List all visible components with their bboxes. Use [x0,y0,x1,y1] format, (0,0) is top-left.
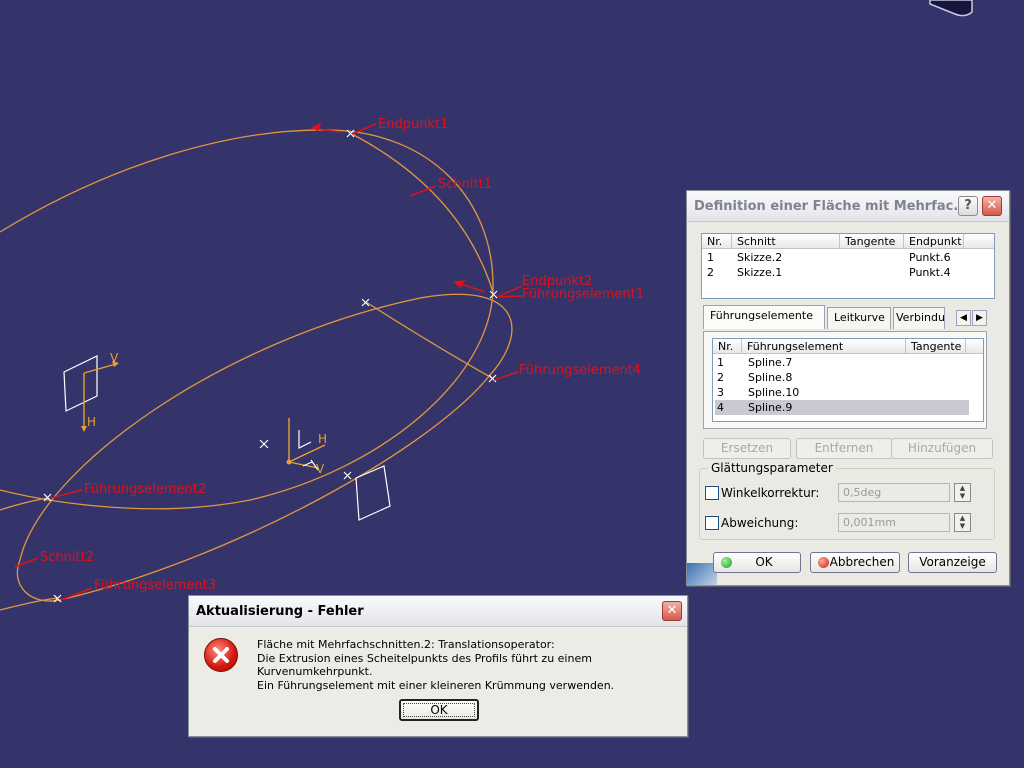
label-schnitt1: Schnitt1 [438,177,492,192]
cell-nr: 4 [717,401,724,414]
cell-nr: 2 [707,266,714,279]
remove-button[interactable]: Entfernen [796,438,892,459]
axis-label-h-center: H [318,432,327,446]
dialog-titlebar[interactable]: Definition einer Fläche mit Mehrfac... ?… [687,191,1009,222]
cell-nr: 1 [717,356,724,369]
list-item[interactable]: 1 Spline.7 [713,355,971,370]
dialog-title: Definition einer Fläche mit Mehrfac... [694,199,969,214]
tab-scroll-right-button[interactable]: ▶ [972,310,987,326]
tab-scroll-left-button[interactable]: ◀ [956,310,971,326]
column-header-endpunkt[interactable]: Endpunkt [904,234,964,249]
cancel-status-icon [818,557,829,568]
cell-element: Spline.7 [748,356,793,369]
cell-endpunkt: Punkt.6 [909,251,951,264]
error-line: Fläche mit Mehrfachschnitten.2: Translat… [257,638,555,651]
tab-verbindung[interactable]: Verbindu [893,307,945,329]
column-header-filler [964,234,994,249]
help-button[interactable]: ? [958,196,978,216]
label-fuehrungselement2: Führungselement2 [84,482,206,497]
cell-nr: 3 [717,386,724,399]
smoothing-group-title: Glättungsparameter [708,461,836,475]
error-title: Aktualisierung - Fehler [196,604,364,619]
axis-label-v-center: V [316,462,325,476]
column-header-nr[interactable]: Nr. [713,339,742,354]
label-endpunkt1: Endpunkt1 [378,117,448,132]
angle-correction-label: Winkelkorrektur: [721,486,820,500]
cell-schnitt: Skizze.1 [737,266,783,279]
axis-label-v-left: V [110,351,119,365]
error-line: Ein Führungselement mit einer kleineren … [257,678,615,692]
error-line: Die Extrusion eines Scheitelpunkts des P… [257,651,592,679]
cell-schnitt: Skizze.2 [737,251,783,264]
add-button[interactable]: Hinzufügen [891,438,993,459]
error-close-button[interactable]: ✕ [662,601,682,621]
error-message: Fläche mit Mehrfachschnitten.2: Translat… [257,638,677,692]
label-fuehrungselement4: Führungselement4 [519,363,641,378]
angle-correction-field[interactable]: 0,5deg [838,483,950,502]
cell-nr: 2 [717,371,724,384]
label-schnitt2: Schnitt2 [40,550,94,565]
axis-label-h-left: H [87,415,96,429]
cell-element: Spline.9 [748,401,793,414]
column-header-tangente[interactable]: Tangente [840,234,904,249]
spin-down-icon[interactable]: ▼ [955,522,970,530]
deviation-checkbox[interactable] [705,516,719,530]
list-item-selected[interactable]: 4 Spline.9 [715,400,969,415]
column-header-tangente[interactable]: Tangente [906,339,966,354]
label-fuehrungselement1: Führungselement1 [522,287,644,302]
deviation-field[interactable]: 0,001mm [838,513,950,532]
preview-button[interactable]: Voranzeige [908,552,997,573]
smoothing-group: Glättungsparameter Winkelkorrektur: 0,5d… [699,461,995,540]
list-item[interactable]: 3 Spline.10 [713,385,971,400]
spin-up-icon[interactable]: ▲ [955,514,970,522]
column-header-filler [966,339,983,354]
cell-endpunkt: Punkt.4 [909,266,951,279]
table-row[interactable]: 1 Skizze.2 Punkt.6 [702,250,994,265]
ok-button-label: OK [755,555,773,569]
cell-element: Spline.8 [748,371,793,384]
error-titlebar[interactable]: Aktualisierung - Fehler ✕ [189,596,687,627]
ok-status-icon [721,557,732,568]
list-item[interactable]: 2 Spline.8 [713,370,971,385]
spin-down-icon[interactable]: ▼ [955,492,970,500]
tab-leitkurve[interactable]: Leitkurve [827,307,891,329]
cell-nr: 1 [707,251,714,264]
close-icon: ✕ [986,198,998,213]
angle-correction-spinner[interactable]: ▲ ▼ [954,483,971,502]
close-button[interactable]: ✕ [982,196,1002,216]
table-row[interactable]: 2 Skizze.1 Punkt.4 [702,265,994,280]
guides-table[interactable]: Nr. Führungselement Tangente 1 Spline.7 … [712,338,984,422]
deviation-label: Abweichung: [721,516,799,530]
label-fuehrungselement3: Führungselement3 [94,578,216,593]
column-header-nr[interactable]: Nr. [702,234,732,249]
column-header-schnitt[interactable]: Schnitt [732,234,840,249]
error-ok-button[interactable]: OK [399,699,479,721]
spin-up-icon[interactable]: ▲ [955,484,970,492]
cell-element: Spline.10 [748,386,800,399]
update-error-dialog: Aktualisierung - Fehler ✕ Fläche mit Meh… [188,595,688,737]
sections-table[interactable]: Nr. Schnitt Tangente Endpunkt 1 Skizze.2… [701,233,995,299]
column-header-fuehrungselement[interactable]: Führungselement [742,339,906,354]
multi-section-surface-dialog: Definition einer Fläche mit Mehrfac... ?… [686,190,1010,586]
tab-strip: Führungselemente Leitkurve Verbindu ◀ ▶ [703,305,999,331]
tab-fuehrungselemente[interactable]: Führungselemente [703,305,825,329]
replace-button[interactable]: Ersetzen [703,438,791,459]
close-icon: ✕ [666,603,678,618]
error-icon [204,638,238,672]
angle-correction-checkbox[interactable] [705,486,719,500]
error-ok-label: OK [430,703,448,717]
tab-page: Nr. Führungselement Tangente 1 Spline.7 … [703,331,987,429]
ok-button[interactable]: OK [713,552,801,573]
deviation-spinner[interactable]: ▲ ▼ [954,513,971,532]
cancel-button[interactable]: Abbrechen [810,552,900,573]
